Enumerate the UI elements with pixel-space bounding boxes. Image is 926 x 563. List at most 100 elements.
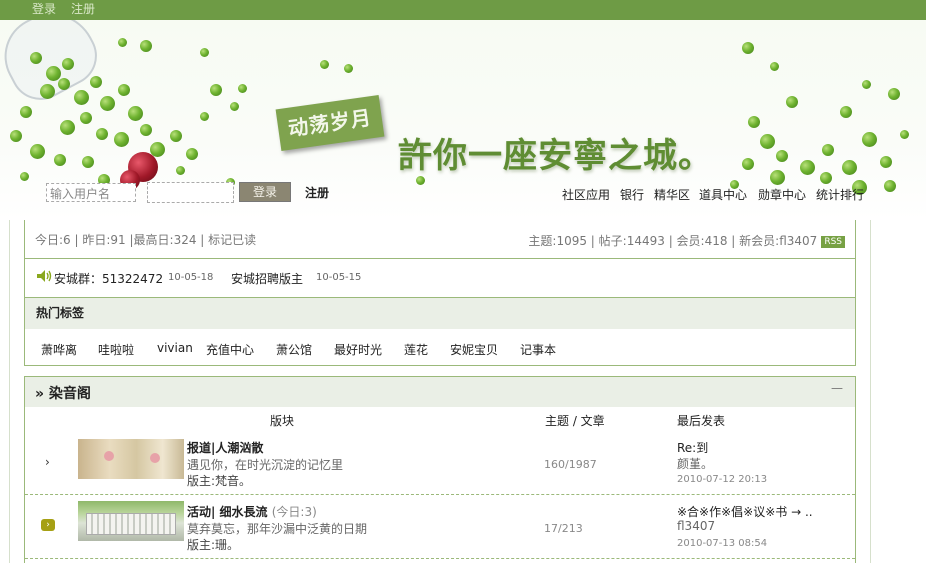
pea-decoration [742, 158, 754, 170]
board-title[interactable]: 报道|人潮汹散 [187, 439, 263, 456]
password-input[interactable] [147, 182, 234, 203]
forum-stats-text: 主题:1095 | 帖子:14493 | 会员:418 | 新会员:fl3407 [528, 234, 818, 248]
login-button[interactable]: 登录 [239, 182, 291, 202]
board-title-text[interactable]: 活动| 细水長流 [187, 505, 268, 519]
tag-link[interactable]: 安妮宝贝 [450, 341, 498, 358]
announcement-link[interactable]: 安城群：51322472 [54, 270, 163, 287]
last-post-user[interactable]: 颜堇。 [677, 455, 713, 472]
tag-link[interactable]: 充值中心 [206, 341, 254, 358]
announcement-date: 10-05-15 [316, 272, 362, 283]
column-topics: 主题 / 文章 [545, 414, 605, 428]
forum-row: › 活动| 细水長流 (今日:3) 莫弃莫忘，那年沙漏中泛黄的日期 版主:珊。 … [25, 495, 855, 559]
forum-category: » 染音阁 — 版块 主题 / 文章 最后发表 › 报道|人潮汹散 遇见你，在时… [24, 376, 856, 563]
board-title[interactable]: 活动| 细水長流 (今日:3) [187, 503, 317, 520]
pea-decoration [344, 64, 353, 73]
pea-decoration [200, 48, 209, 57]
nav-props-center[interactable]: 道具中心 [699, 186, 747, 203]
last-post-title[interactable]: ※合※作※倡※议※书 → .. [677, 503, 813, 520]
forum-stats: 主题:1095 | 帖子:14493 | 会员:418 | 新会员:fl3407… [528, 232, 845, 249]
speaker-icon [37, 270, 52, 282]
pea-decoration [118, 84, 130, 96]
today-count: (今日:3) [271, 505, 317, 519]
nav-medal-center[interactable]: 勋章中心 [758, 186, 806, 203]
pea-decoration [760, 134, 775, 149]
nav-essence[interactable]: 精华区 [654, 186, 690, 203]
chevron-right-icon[interactable]: › [45, 455, 50, 469]
tag-link[interactable]: vivian [157, 341, 193, 355]
pea-decoration [210, 84, 222, 96]
pea-decoration [416, 176, 425, 185]
column-board: 版块 [270, 414, 295, 428]
pea-decoration [840, 106, 852, 118]
pea-decoration [786, 96, 798, 108]
collapse-icon[interactable]: — [831, 381, 843, 395]
nav-community-apps[interactable]: 社区应用 [562, 186, 610, 203]
tag-link[interactable]: 记事本 [520, 341, 556, 358]
pea-decoration [770, 62, 779, 71]
pea-decoration [748, 116, 760, 128]
pea-decoration [40, 84, 55, 99]
pea-decoration [186, 148, 198, 160]
tag-link[interactable]: 最好时光 [334, 341, 382, 358]
pea-decoration [46, 66, 61, 81]
rss-icon[interactable]: RSS [821, 235, 845, 248]
pea-decoration [62, 58, 74, 70]
board-moderator[interactable]: 版主:梵音。 [187, 472, 251, 489]
pea-decoration [238, 84, 247, 93]
pea-decoration [884, 180, 896, 192]
pea-decoration [60, 120, 75, 135]
pea-decoration [170, 130, 182, 142]
pea-decoration [842, 160, 857, 175]
daily-stats: 今日:6 | 昨日:91 |最高日:324 | 标记已读 [35, 233, 257, 247]
site-slogan: 許你一座安寧之城。 [398, 136, 713, 176]
username-input[interactable]: 输入用户名 [46, 183, 136, 202]
pea-decoration [90, 76, 102, 88]
pea-decoration [820, 172, 832, 184]
pea-decoration [74, 90, 89, 105]
hot-tags-title: 热门标签 [25, 298, 855, 329]
top-login-link[interactable]: 登录 [32, 0, 56, 17]
pea-decoration [96, 128, 108, 140]
topic-post-count: 17/213 [544, 522, 583, 535]
tag-link[interactable]: 莲花 [404, 341, 428, 358]
announcement-link[interactable]: 安城招聘版主 [231, 270, 303, 287]
nav-statistics[interactable]: 统计排行 [816, 186, 864, 203]
announcement-bar: 安城群：51322472 10-05-18 安城招聘版主 10-05-15 [24, 259, 856, 298]
last-post-date: 2010-07-13 08:54 [677, 538, 768, 549]
pea-decoration [770, 170, 785, 185]
topic-post-count: 160/1987 [544, 458, 597, 471]
top-bar: 登录 注册 [0, 0, 926, 20]
pea-decoration [80, 112, 92, 124]
flower-decoration [150, 453, 160, 463]
pea-decoration [10, 130, 22, 142]
category-title[interactable]: » 染音阁 [25, 377, 855, 407]
pea-decoration [776, 150, 788, 162]
pea-decoration [862, 80, 871, 89]
board-thumbnail[interactable] [78, 439, 184, 479]
board-description: 遇见你，在时光沉淀的记忆里 [187, 458, 344, 472]
pea-decoration [230, 102, 239, 111]
column-last-post: 最后发表 [677, 414, 726, 428]
top-register-link[interactable]: 注册 [71, 0, 95, 17]
tag-link[interactable]: 萧公馆 [276, 341, 312, 358]
new-posts-icon[interactable]: › [41, 519, 55, 531]
board-description: 莫弃莫忘，那年沙漏中泛黄的日期 [187, 522, 368, 536]
pea-decoration [20, 106, 32, 118]
board-moderator[interactable]: 版主:珊。 [187, 536, 239, 553]
tag-link[interactable]: 哇啦啦 [98, 341, 134, 358]
pea-decoration [140, 124, 152, 136]
pea-decoration [20, 172, 29, 181]
pea-decoration [880, 156, 892, 168]
last-post-user[interactable]: fl3407 [677, 519, 715, 533]
register-link[interactable]: 注册 [305, 184, 329, 201]
pea-decoration [128, 106, 143, 121]
pea-decoration [822, 144, 834, 156]
board-thumbnail[interactable] [78, 501, 184, 541]
last-post-date: 2010-07-12 20:13 [677, 474, 768, 485]
pea-decoration [900, 130, 909, 139]
nav-bank[interactable]: 银行 [620, 186, 644, 203]
tag-link[interactable]: 萧哗离 [41, 341, 77, 358]
last-post-title[interactable]: Re:到 [677, 439, 708, 456]
pea-decoration [30, 144, 45, 159]
pea-decoration [100, 96, 115, 111]
